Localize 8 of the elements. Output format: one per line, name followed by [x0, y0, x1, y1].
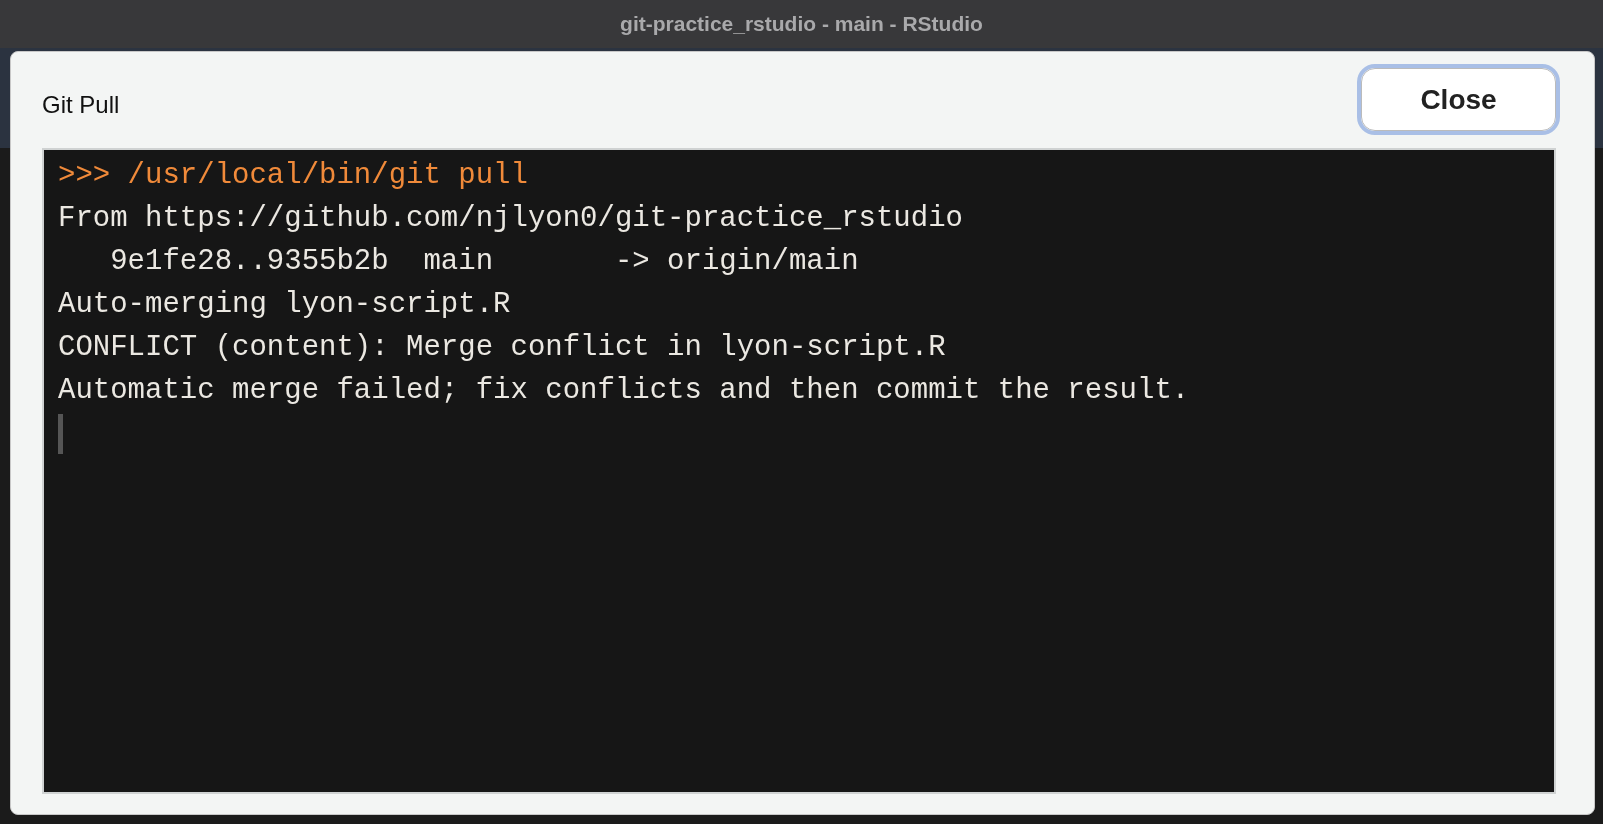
command-line: >>> /usr/local/bin/git pull	[58, 158, 529, 194]
output-line: Automatic merge failed; fix conflicts and then commit the result.	[58, 373, 1191, 409]
output-line: Auto-merging lyon-script.R	[58, 287, 512, 323]
output-line: From https://github.com/njlyon0/git-practice_rstudio	[58, 201, 964, 237]
output-line: 9e1fe28..9355b2b main -> origin/main	[109, 244, 860, 280]
output-line: CONFLICT (content): Merge conflict in lyon-script.R	[58, 330, 947, 366]
dialog-title: Git Pull	[42, 89, 120, 120]
window-title: git-practice_rstudio - main - RStudio	[620, 11, 983, 38]
